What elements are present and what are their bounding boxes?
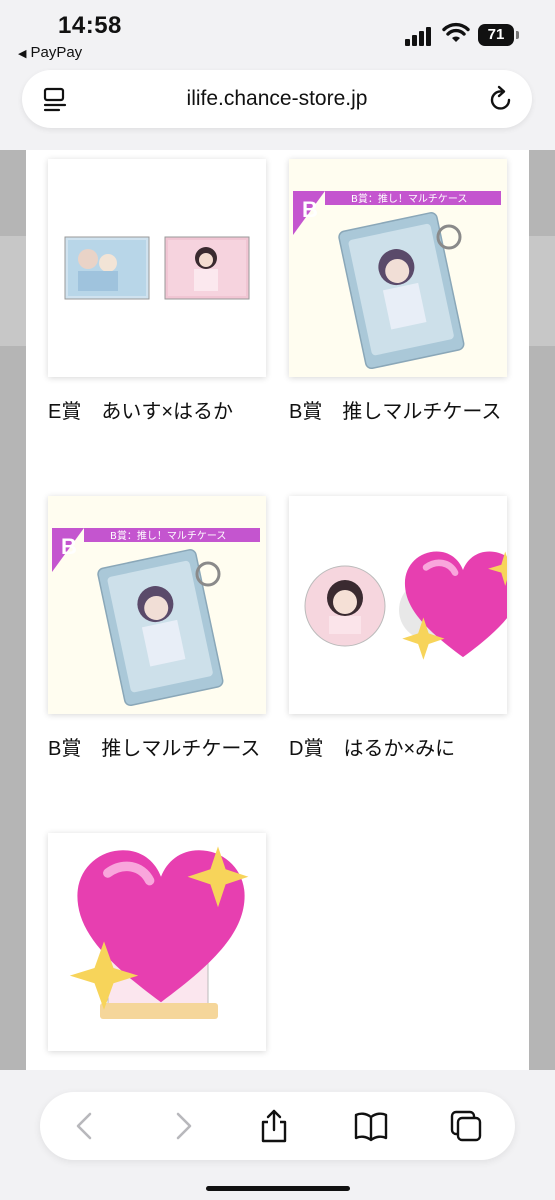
prize-letter: B	[302, 197, 318, 222]
product-caption-1[interactable]: E賞 あいす×はるか	[48, 395, 268, 429]
home-indicator[interactable]	[206, 1186, 350, 1191]
reload-icon[interactable]	[488, 85, 514, 113]
prize-banner-text: B賞：推し！マルチケース	[351, 192, 467, 205]
status-bar: 14:58 ◀ PayPay 71	[0, 0, 555, 68]
product-card-d-prize[interactable]	[289, 496, 507, 714]
forward-icon[interactable]	[164, 1108, 200, 1144]
product-image-multi-case: B B賞：推し！マルチケース	[289, 159, 507, 377]
back-triangle-icon: ◀	[18, 48, 27, 60]
product-image-multi-case: B B賞：推し！マルチケース	[48, 496, 266, 714]
address-bar[interactable]: ilife.chance-store.jp	[22, 70, 532, 128]
sparkling-heart-emoji	[402, 551, 507, 660]
battery-indicator: 71	[478, 24, 514, 46]
status-time: 14:58	[58, 12, 122, 39]
product-caption-2[interactable]: B賞 推しマルチケース	[289, 395, 504, 429]
cellular-signal-icon	[405, 26, 435, 46]
product-card-b-prize-1[interactable]: B B賞：推し！マルチケース	[289, 159, 507, 377]
back-icon[interactable]	[68, 1108, 104, 1144]
url-text[interactable]: ilife.chance-store.jp	[22, 87, 532, 111]
share-icon[interactable]	[256, 1108, 292, 1144]
sparkling-heart-emoji	[69, 846, 249, 1010]
product-caption-3[interactable]: B賞 推しマルチケース	[48, 732, 268, 766]
product-card-b-prize-2[interactable]: B B賞：推し！マルチケース	[48, 496, 266, 714]
tabs-icon[interactable]	[448, 1108, 484, 1144]
back-app-label: PayPay	[30, 44, 83, 61]
product-image-photo-cards	[64, 236, 250, 300]
product-caption-4[interactable]: D賞 はるか×みに	[289, 732, 504, 766]
browser-toolbar	[40, 1092, 515, 1160]
prize-letter: B	[61, 534, 77, 559]
back-to-app-link[interactable]: ◀ PayPay	[18, 44, 82, 61]
bookmarks-icon[interactable]	[353, 1108, 389, 1144]
product-card-5[interactable]	[48, 833, 266, 1051]
wifi-icon	[442, 22, 470, 42]
battery-tip	[516, 31, 519, 39]
product-card-e-prize[interactable]	[48, 159, 266, 377]
prize-banner-text: B賞：推し！マルチケース	[110, 529, 226, 542]
